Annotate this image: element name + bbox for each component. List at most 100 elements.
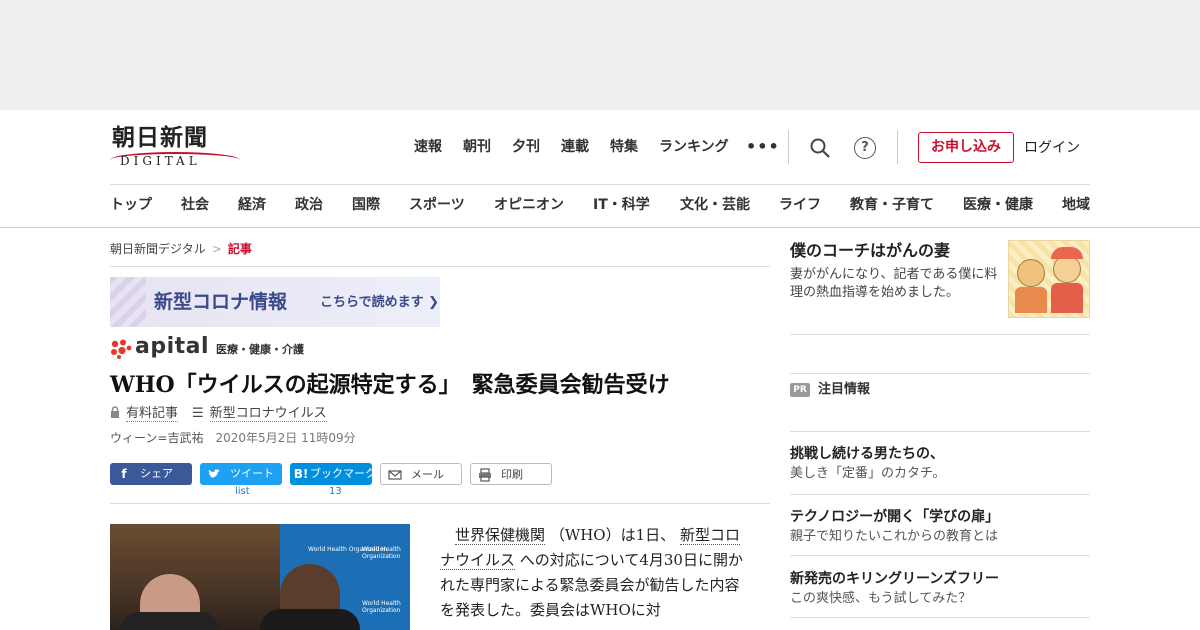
pr-item-title: 挑戦し続ける男たちの、 — [790, 446, 944, 462]
nav-politics[interactable]: 政治 — [295, 194, 323, 216]
photo-who-text: World Health Organization — [362, 600, 401, 614]
nav-economy[interactable]: 経済 — [238, 194, 266, 216]
hatena-count[interactable]: 13 — [329, 486, 342, 498]
header-divider — [897, 130, 898, 164]
twitter-icon — [208, 469, 220, 478]
apply-button[interactable]: お申し込み — [918, 132, 1014, 163]
sidebar-rule — [790, 431, 1090, 432]
corona-info-banner[interactable]: 新型コロナ情報 こちらで読めます ❯ — [110, 277, 440, 327]
illustration-figure — [1017, 259, 1045, 287]
nav-top[interactable]: トップ — [110, 194, 152, 216]
lock-icon — [111, 406, 119, 418]
photo-who-text: World Health Organization — [362, 546, 401, 560]
feature-illustration[interactable] — [1008, 240, 1090, 318]
breadcrumb-home[interactable]: 朝日新聞デジタル — [110, 242, 206, 256]
apital-dots-icon — [111, 339, 132, 359]
pr-item-title: 新発売のキリングリーンズフリー — [790, 571, 1000, 587]
print-icon — [479, 468, 491, 482]
breadcrumb: 朝日新聞デジタル > 記事 — [110, 240, 252, 258]
banner-decoration — [110, 277, 146, 327]
share-rule — [110, 503, 770, 504]
author: ウィーン=吉武祐 — [110, 431, 204, 445]
utility-nav: 速報 朝刊 夕刊 連載 特集 ランキング — [414, 136, 750, 158]
twitter-share-button[interactable]: ツイート — [200, 463, 282, 485]
twitter-count[interactable]: list — [235, 486, 250, 498]
nav-health[interactable]: 医療・健康 — [963, 194, 1033, 216]
publish-date: 2020年5月2日 11時09分 — [215, 431, 356, 445]
article-photo[interactable]: World Health Organization World Health O… — [110, 524, 410, 630]
breadcrumb-rule — [110, 266, 770, 267]
sidebar-rule — [790, 555, 1090, 556]
more-menu-icon[interactable]: ••• — [746, 136, 780, 158]
nav-international[interactable]: 国際 — [352, 194, 380, 216]
mail-share-button[interactable]: メール — [380, 463, 462, 485]
search-icon[interactable] — [809, 137, 831, 159]
print-label: 印刷 — [501, 468, 523, 481]
banner-title: 新型コロナ情報 — [154, 291, 288, 313]
photo-person — [260, 609, 360, 630]
apital-wordmark: apital — [135, 334, 210, 359]
nav-region[interactable]: 地域 — [1062, 194, 1090, 216]
pr-badge: PR — [790, 383, 810, 397]
facebook-share-button[interactable]: f シェア — [110, 463, 192, 485]
body-text: （WHO）は1日、 — [549, 526, 676, 544]
util-nav-features[interactable]: 特集 — [610, 136, 638, 158]
illustration-figure — [1015, 287, 1047, 313]
login-link[interactable]: ログイン — [1024, 137, 1080, 159]
nav-it-science[interactable]: IT・科学 — [593, 194, 650, 216]
pr-item[interactable]: テクノロジーが開く「学びの扉」 親子で知りたいこれからの教育とは — [790, 507, 1090, 547]
pr-item[interactable]: 挑戦し続ける男たちの、 美しき「定番」のカタチ。 — [790, 444, 1090, 484]
header-divider — [788, 130, 789, 164]
site-header: 朝日新聞 DIGITAL 速報 朝刊 夕刊 連載 特集 ランキング ••• ? … — [0, 110, 1200, 228]
hatena-bookmark-button[interactable]: B! ブックマーク — [290, 463, 376, 485]
util-nav-evening[interactable]: 夕刊 — [512, 136, 540, 158]
pr-item[interactable]: 新発売のキリングリーンズフリー この爽快感、もう試してみた？ — [790, 569, 1090, 609]
hatena-bookmark-label: ブックマーク — [310, 467, 376, 480]
article-body: 世界保健機関 （WHO）は1日、 新型コロナウイルス への対応について4月30日… — [440, 523, 750, 623]
logo-main-text: 朝日新聞 — [112, 124, 208, 151]
nav-society[interactable]: 社会 — [181, 194, 209, 216]
breadcrumb-separator: > — [211, 242, 222, 256]
nav-life[interactable]: ライフ — [779, 194, 821, 216]
site-logo[interactable]: 朝日新聞 DIGITAL — [110, 124, 240, 168]
feature-description: 妻ががんになり、記者である僕に料理の熱血指導を始めました。 — [790, 267, 998, 300]
util-nav-series[interactable]: 連載 — [561, 136, 589, 158]
nav-opinion[interactable]: オピニオン — [494, 194, 564, 216]
pr-label: 注目情報 — [818, 382, 871, 397]
sidebar-feature[interactable]: 僕のコーチはがんの妻 妻ががんになり、記者である僕に料理の熱血指導を始めました。 — [790, 240, 1000, 302]
illustration-figure — [1053, 255, 1081, 283]
article-tags: 有料記事 ☰ 新型コロナウイルス — [110, 405, 327, 423]
list-icon: ☰ — [192, 406, 204, 421]
header-rule — [110, 184, 1090, 185]
article-headline: WHO「ウイルスの起源特定する」 緊急委員会勧告受け — [110, 372, 670, 398]
util-nav-breaking[interactable]: 速報 — [414, 136, 442, 158]
nav-culture[interactable]: 文化・芸能 — [680, 194, 750, 216]
nav-sports[interactable]: スポーツ — [409, 194, 465, 216]
topic-link[interactable]: 新型コロナウイルス — [209, 406, 327, 422]
illustration-figure — [1051, 247, 1083, 259]
photo-person — [120, 612, 220, 630]
facebook-icon: f — [121, 467, 127, 481]
nav-education[interactable]: 教育・子育て — [850, 194, 934, 216]
util-nav-morning[interactable]: 朝刊 — [463, 136, 491, 158]
sidebar-rule — [790, 617, 1090, 618]
util-nav-ranking[interactable]: ランキング — [659, 136, 729, 158]
banner-link: こちらで読めます ❯ — [320, 295, 440, 310]
feature-title: 僕のコーチはがんの妻 — [790, 241, 951, 260]
twitter-share-label: ツイート — [230, 467, 274, 480]
sidebar-rule — [790, 494, 1090, 495]
help-icon[interactable]: ? — [854, 137, 876, 159]
hatena-bookmark-icon: B! — [293, 467, 309, 481]
top-ad-area — [0, 0, 1200, 110]
paid-article-label[interactable]: 有料記事 — [126, 406, 179, 422]
pr-item-description: 美しき「定番」のカタチ。 — [790, 466, 946, 481]
sidebar-rule — [790, 373, 1090, 374]
apital-subtitle: 医療・健康・介護 — [216, 343, 304, 356]
print-button[interactable]: 印刷 — [470, 463, 552, 485]
sidebar-rule — [790, 334, 1090, 335]
pr-item-description: 親子で知りたいこれからの教育とは — [790, 529, 999, 544]
mail-icon — [388, 470, 402, 480]
body-link-who[interactable]: 世界保健機関 — [455, 526, 546, 545]
pr-item-title: テクノロジーが開く「学びの扉」 — [790, 509, 1000, 525]
breadcrumb-current: 記事 — [227, 242, 252, 256]
